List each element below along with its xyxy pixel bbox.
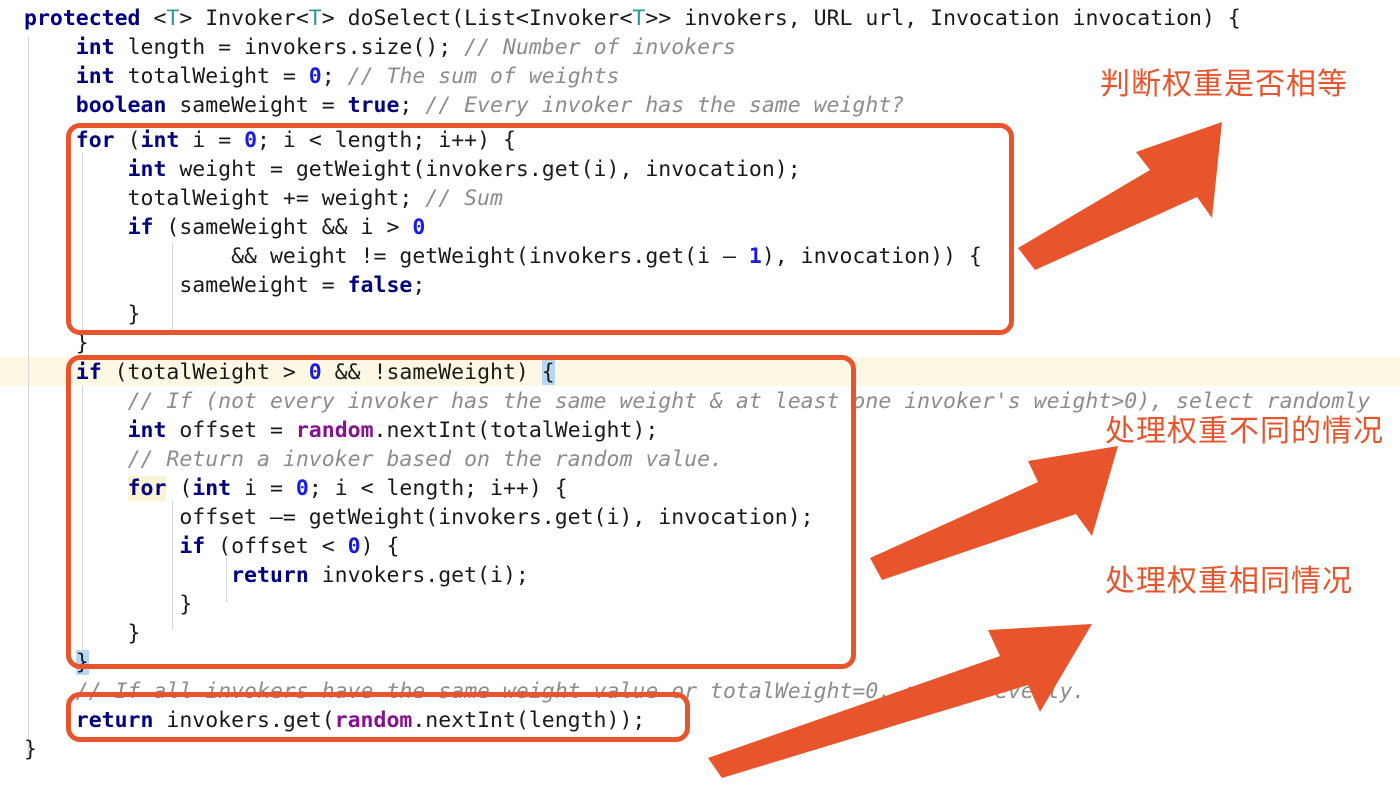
code-line-16[interactable]: // Return a invoker based on the random … [24, 445, 723, 474]
code-line-4[interactable]: boolean sameWeight = true; // Every invo… [24, 91, 904, 120]
annotation-arrow-3 [708, 624, 1092, 778]
annotation-arrow-2 [870, 446, 1118, 580]
code-line-20[interactable]: return invokers.get(i); [24, 561, 529, 590]
code-line-19[interactable]: if (offset < 0) { [24, 532, 399, 561]
code-line-21[interactable]: } [24, 590, 192, 619]
code-line-10[interactable]: sameWeight = false; [24, 271, 425, 300]
code-line-14[interactable]: // If (not every invoker has the same we… [24, 387, 1371, 416]
code-line-25[interactable]: return invokers.get(random.nextInt(lengt… [24, 706, 646, 735]
code-line-13[interactable]: if (totalWeight > 0 && !sameWeight) { [24, 358, 555, 387]
code-line-22[interactable]: } [24, 619, 141, 648]
annotation-label-3: 处理权重相同情况 [1105, 564, 1353, 599]
code-line-2[interactable]: int length = invokers.size(); // Number … [24, 33, 736, 62]
code-line-8[interactable]: if (sameWeight && i > 0 [24, 213, 426, 242]
code-line-17[interactable]: for (int i = 0; i < length; i++) { [24, 474, 568, 503]
code-line-12[interactable]: } [24, 329, 89, 358]
code-editor-canvas: protected <T> Invoker<T> doSelect(List<I… [0, 0, 1400, 794]
code-line-5[interactable]: for (int i = 0; i < length; i++) { [24, 126, 516, 155]
code-line-11[interactable]: } [24, 300, 141, 329]
code-line-23[interactable]: } [24, 648, 89, 677]
code-line-9[interactable]: && weight != getWeight(invokers.get(i – … [24, 242, 982, 271]
code-line-3[interactable]: int totalWeight = 0; // The sum of weigh… [24, 62, 620, 91]
code-line-1[interactable]: protected <T> Invoker<T> doSelect(List<I… [24, 4, 1241, 33]
code-line-6[interactable]: int weight = getWeight(invokers.get(i), … [24, 155, 801, 184]
code-line-18[interactable]: offset –= getWeight(invokers.get(i), inv… [24, 503, 813, 532]
annotation-arrow-1 [1018, 122, 1222, 270]
code-line-15[interactable]: int offset = random.nextInt(totalWeight)… [24, 416, 659, 445]
code-line-26[interactable]: } [24, 735, 37, 764]
annotation-label-2: 处理权重不同的情况 [1105, 414, 1384, 449]
annotation-label-1: 判断权重是否相等 [1100, 67, 1348, 102]
code-line-7[interactable]: totalWeight += weight; // Sum [24, 184, 503, 213]
